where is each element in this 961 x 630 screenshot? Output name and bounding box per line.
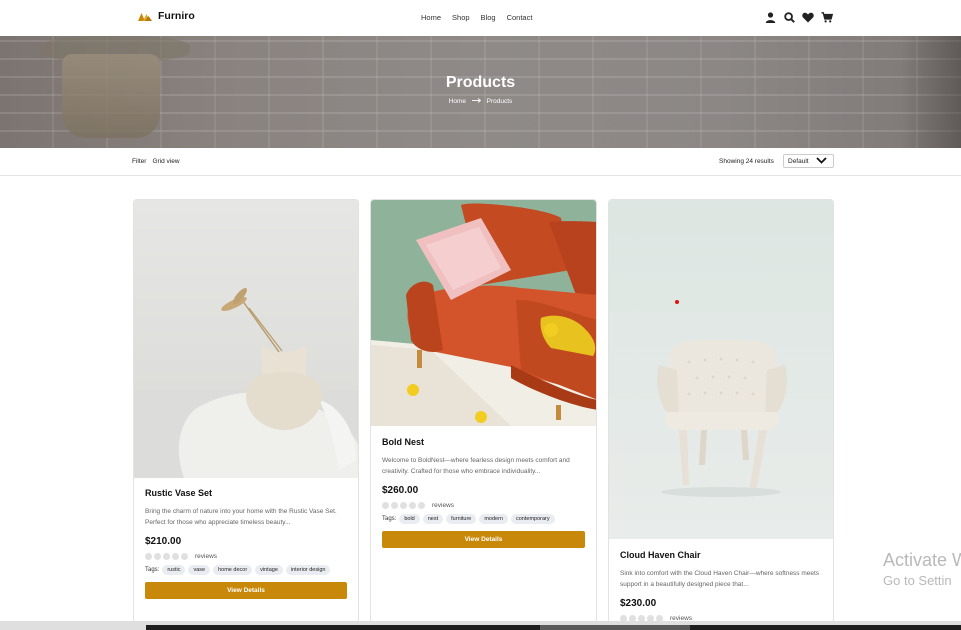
product-info: Bold Nest Welcome to BoldNest—where fear… <box>382 437 585 548</box>
watermark-line-1: Activate W <box>883 550 961 570</box>
tag-badge[interactable]: home decor <box>213 565 253 575</box>
filter-controls: Filter Grid view <box>132 158 180 165</box>
filter-button[interactable]: Filter <box>132 158 146 165</box>
product-image-sofa[interactable] <box>371 200 596 426</box>
nav-contact[interactable]: Contact <box>507 13 533 22</box>
star-icon <box>172 553 179 560</box>
sort-selected-value: Default <box>788 157 809 165</box>
product-description: Sink into comfort with the Cloud Haven C… <box>620 570 820 588</box>
page: Furniro Home Shop Blog Contact Products … <box>0 0 961 630</box>
product-title[interactable]: Rustic Vase Set <box>145 488 347 498</box>
product-info: Rustic Vase Set Bring the charm of natur… <box>145 488 347 599</box>
hero-pot-image <box>62 54 160 138</box>
grid-view-button[interactable]: Grid view <box>152 158 179 165</box>
star-icon <box>418 502 425 509</box>
product-tags: Tags: rustic vase home decor vintage int… <box>145 565 347 575</box>
product-card: Rustic Vase Set Bring the charm of natur… <box>133 199 359 623</box>
hero-shadow <box>901 36 961 148</box>
product-info: Cloud Haven Chair Sink into comfort with… <box>620 550 822 622</box>
mouse-cursor-marker <box>675 300 679 304</box>
star-icon <box>154 553 161 560</box>
product-title[interactable]: Cloud Haven Chair <box>620 550 822 560</box>
tags-label: Tags: <box>145 567 160 573</box>
star-icon <box>391 502 398 509</box>
nav-blog[interactable]: Blog <box>481 13 496 22</box>
page-title: Products <box>445 74 516 91</box>
product-image-vase[interactable] <box>134 200 358 478</box>
product-card: Cloud Haven Chair Sink into comfort with… <box>608 199 834 623</box>
nav-home[interactable]: Home <box>421 13 441 22</box>
tag-badge[interactable]: vintage <box>255 565 283 575</box>
site-header: Furniro Home Shop Blog Contact <box>0 0 961 36</box>
header-icons <box>764 11 833 23</box>
sort-select[interactable]: Default <box>783 154 834 168</box>
tags-label: Tags: <box>382 516 397 522</box>
brand-name: Furniro <box>158 10 195 22</box>
tag-badge[interactable]: modern <box>479 514 508 524</box>
star-icon <box>181 553 188 560</box>
chevron-down-icon <box>816 157 827 166</box>
reviews-label: reviews <box>195 553 218 560</box>
main-nav: Home Shop Blog Contact <box>421 13 532 22</box>
search-icon[interactable] <box>783 11 795 23</box>
cart-icon[interactable] <box>821 11 833 23</box>
product-image-chair[interactable] <box>609 200 833 539</box>
tag-badge[interactable]: furniture <box>446 514 477 524</box>
product-description: Bring the charm of nature into your home… <box>145 508 337 526</box>
arrow-right-icon <box>471 98 482 105</box>
results-count: Showing 24 results <box>719 158 774 165</box>
product-card: Bold Nest Welcome to BoldNest—where fear… <box>370 199 597 623</box>
star-icon <box>400 502 407 509</box>
scrollbar-thumb[interactable] <box>540 625 690 630</box>
windows-activation-watermark: Activate W Go to Settin <box>883 550 961 588</box>
hero-banner: Products Home Products <box>0 36 961 148</box>
breadcrumb-home[interactable]: Home <box>449 98 466 105</box>
tag-badge[interactable]: vase <box>188 565 211 575</box>
product-price: $260.00 <box>382 485 419 496</box>
view-details-button[interactable]: View Details <box>145 582 347 599</box>
horizontal-scrollbar[interactable] <box>0 621 961 630</box>
user-icon[interactable] <box>764 11 776 23</box>
product-description: Welcome to BoldNest—where fearless desig… <box>382 457 570 475</box>
star-icon <box>163 553 170 560</box>
brand-logo[interactable]: Furniro <box>138 10 195 22</box>
nav-shop[interactable]: Shop <box>452 13 470 22</box>
filter-bar: Filter Grid view Showing 24 results Defa… <box>0 148 961 176</box>
product-rating: reviews <box>145 553 347 560</box>
product-price: $210.00 <box>145 536 182 547</box>
heart-icon[interactable] <box>802 11 814 23</box>
star-icon <box>145 553 152 560</box>
product-price: $230.00 <box>620 598 657 609</box>
watermark-line-2: Go to Settin <box>883 573 952 588</box>
tag-badge[interactable]: contemporary <box>511 514 555 524</box>
tag-badge[interactable]: rustic <box>162 565 186 575</box>
breadcrumb-current: Products <box>486 98 513 105</box>
breadcrumb: Home Products <box>0 98 961 105</box>
view-details-button[interactable]: View Details <box>382 531 585 548</box>
tag-badge[interactable]: bold <box>399 514 420 524</box>
star-icon <box>382 502 389 509</box>
logo-icon <box>138 12 152 21</box>
product-rating: reviews <box>382 502 585 509</box>
tag-badge[interactable]: interior design <box>285 565 331 575</box>
product-tags: Tags: bold nest furniture modern contemp… <box>382 514 585 524</box>
product-title[interactable]: Bold Nest <box>382 437 585 447</box>
reviews-label: reviews <box>432 502 455 509</box>
star-icon <box>409 502 416 509</box>
tag-badge[interactable]: nest <box>422 514 444 524</box>
